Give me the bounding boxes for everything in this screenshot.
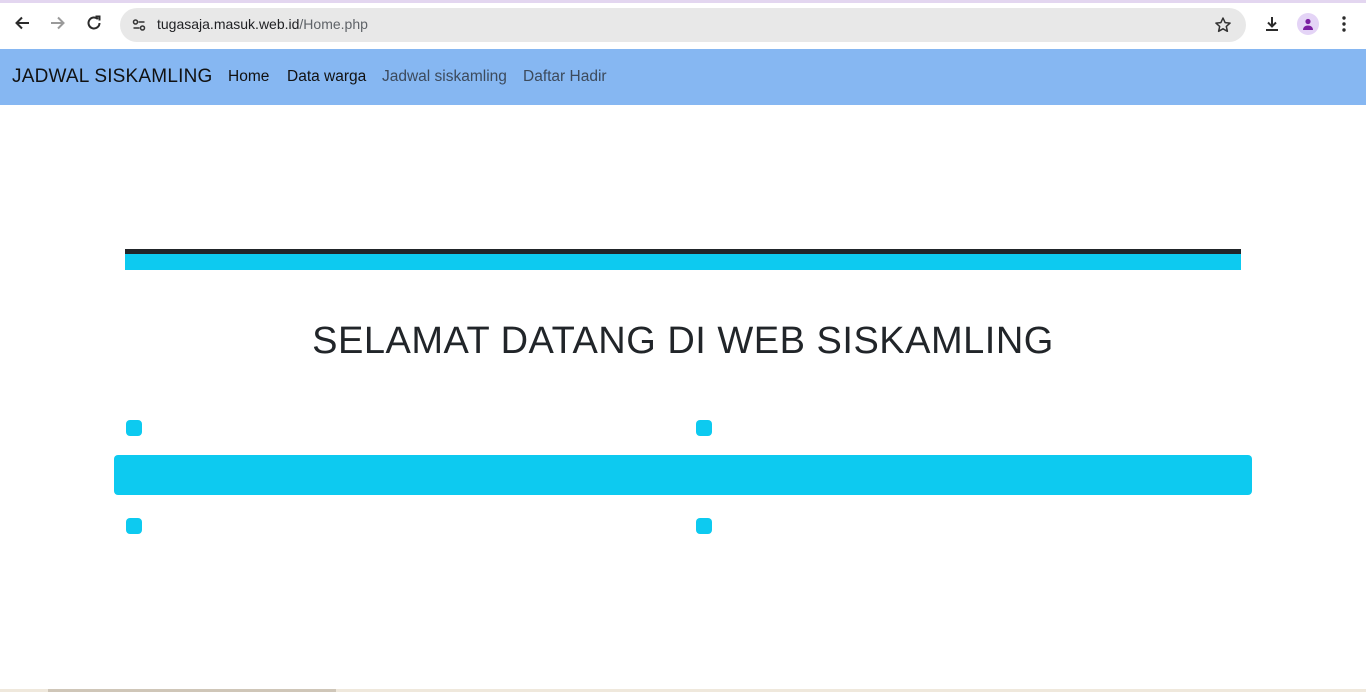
download-icon[interactable]	[1259, 11, 1285, 37]
profile-icon[interactable]	[1295, 11, 1321, 37]
back-arrow-icon[interactable]	[8, 9, 36, 37]
accent-banner	[114, 455, 1252, 495]
navbar-brand[interactable]: JADWAL SISKAMLING	[12, 66, 212, 88]
page-title: SELAMAT DATANG DI WEB SISKAMLING	[312, 320, 1054, 362]
url-path: /Home.php	[299, 16, 368, 32]
nav-link-data-warga[interactable]: Data warga	[287, 68, 366, 86]
accent-dot-bottom-right	[696, 518, 712, 534]
accent-dot-top-left	[126, 420, 142, 436]
forward-arrow-icon[interactable]	[44, 9, 72, 37]
site-info-icon[interactable]	[127, 13, 151, 37]
nav-link-jadwal-siskamling[interactable]: Jadwal siskamling	[382, 68, 507, 86]
site-navbar: JADWAL SISKAMLING Home Data warga Jadwal…	[0, 49, 1366, 105]
star-icon[interactable]	[1212, 14, 1234, 36]
kebab-menu-icon[interactable]	[1331, 11, 1357, 37]
reload-icon[interactable]	[80, 9, 108, 37]
hero-divider-accent	[125, 254, 1241, 270]
browser-toolbar: tugasaja.masuk.web.id/Home.php	[0, 0, 1366, 48]
nav-link-daftar-hadir[interactable]: Daftar Hadir	[523, 68, 607, 86]
address-bar[interactable]: tugasaja.masuk.web.id/Home.php	[120, 8, 1246, 42]
url-text[interactable]: tugasaja.masuk.web.id/Home.php	[157, 16, 368, 32]
url-host: tugasaja.masuk.web.id	[157, 16, 300, 32]
tab-strip-edge	[0, 0, 1366, 3]
nav-link-home[interactable]: Home	[228, 68, 269, 86]
accent-dot-top-right	[696, 420, 712, 436]
accent-dot-bottom-left	[126, 518, 142, 534]
